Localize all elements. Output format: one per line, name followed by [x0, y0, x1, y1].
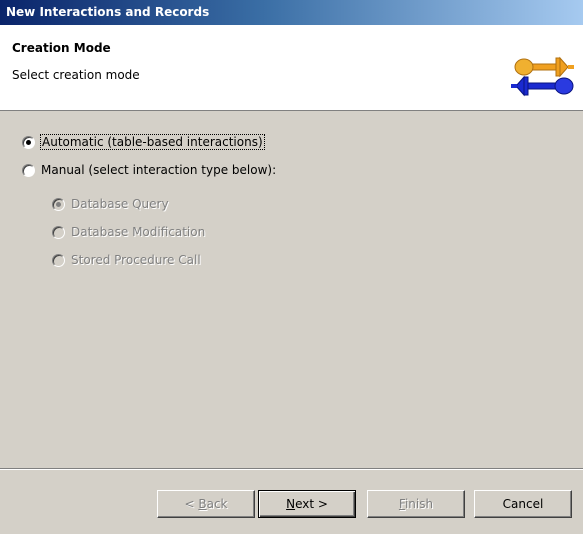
radio-automatic-button[interactable]	[22, 135, 35, 149]
connector-icon	[511, 56, 574, 97]
radio-database-query-button[interactable]	[52, 197, 65, 211]
radio-manual[interactable]: Manual (select interaction type below):	[22, 160, 276, 180]
radio-database-modification-label[interactable]: Database Modification	[71, 225, 205, 239]
radio-stored-procedure-call-label[interactable]: Stored Procedure Call	[71, 253, 201, 267]
page-description: Select creation mode	[12, 68, 140, 82]
radio-database-modification-button[interactable]	[52, 225, 65, 239]
page-title: Creation Mode	[12, 41, 111, 55]
finish-button[interactable]: Finish	[367, 490, 465, 518]
wizard-header: Creation Mode Select creation mode	[0, 25, 583, 111]
radio-manual-label[interactable]: Manual (select interaction type below):	[41, 163, 276, 177]
radio-database-modification[interactable]: Database Modification	[52, 222, 205, 242]
radio-automatic[interactable]: Automatic (table-based interactions)	[22, 132, 265, 152]
title-bar: New Interactions and Records	[0, 0, 583, 25]
radio-database-query-label[interactable]: Database Query	[71, 197, 169, 211]
radio-database-query[interactable]: Database Query	[52, 194, 169, 214]
wizard-window: New Interactions and Records Creation Mo…	[0, 0, 583, 534]
creation-mode-options: Automatic (table-based interactions) Man…	[0, 112, 583, 468]
button-bar-separator	[0, 468, 583, 470]
next-button[interactable]: Next >	[258, 490, 356, 518]
back-button[interactable]: < Back	[157, 490, 255, 518]
radio-stored-procedure-call[interactable]: Stored Procedure Call	[52, 250, 201, 270]
window-title: New Interactions and Records	[6, 5, 210, 19]
radio-automatic-label[interactable]: Automatic (table-based interactions)	[40, 134, 265, 150]
cancel-button[interactable]: Cancel	[474, 490, 572, 518]
radio-manual-button[interactable]	[22, 163, 35, 177]
radio-stored-procedure-call-button[interactable]	[52, 253, 65, 267]
